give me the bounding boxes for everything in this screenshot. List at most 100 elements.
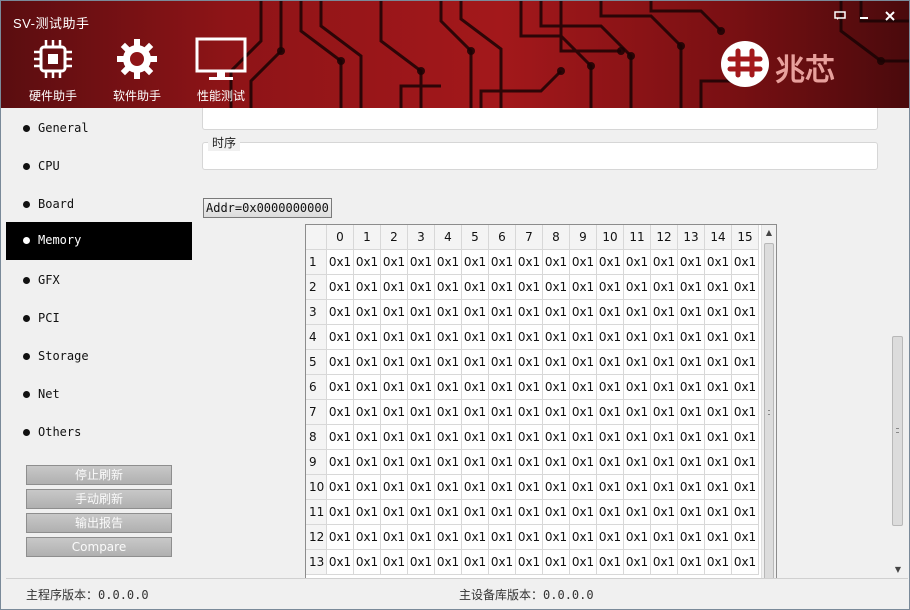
table-cell[interactable]: 0x1 [678,375,705,400]
table-cell[interactable]: 0x1 [354,275,381,300]
table-cell[interactable]: 0x1 [408,475,435,500]
close-button[interactable] [879,9,901,27]
table-cell[interactable]: 0x1 [705,350,732,375]
table-scrollbar[interactable]: ▲ [761,225,776,578]
table-cell[interactable]: 0x1 [543,550,570,575]
table-cell[interactable]: 0x1 [435,475,462,500]
table-cell[interactable]: 0x1 [651,350,678,375]
table-cell[interactable]: 0x1 [732,400,759,425]
table-cell[interactable]: 0x1 [381,525,408,550]
table-cell[interactable]: 0x1 [543,425,570,450]
table-cell[interactable]: 0x1 [489,400,516,425]
table-cell[interactable]: 0x1 [597,375,624,400]
table-cell[interactable]: 0x1 [408,375,435,400]
table-cell[interactable]: 0x1 [570,250,597,275]
table-cell[interactable]: 0x1 [678,425,705,450]
sidebar-item-memory[interactable]: Memory [6,222,192,260]
table-cell[interactable]: 0x1 [354,525,381,550]
minimize-button[interactable] [853,9,875,27]
table-cell[interactable]: 0x1 [597,550,624,575]
table-cell[interactable]: 0x1 [732,425,759,450]
table-cell[interactable]: 0x1 [597,250,624,275]
table-cell[interactable]: 0x1 [732,550,759,575]
table-cell[interactable]: 0x1 [489,450,516,475]
table-cell[interactable]: 0x1 [435,400,462,425]
sidebar-item-storage[interactable]: Storage [6,338,192,376]
table-cell[interactable]: 0x1 [327,275,354,300]
sidebar-item-gfx[interactable]: GFX [6,262,192,300]
table-cell[interactable]: 0x1 [651,275,678,300]
table-cell[interactable]: 0x1 [543,325,570,350]
table-cell[interactable]: 0x1 [462,325,489,350]
table-cell[interactable]: 0x1 [651,400,678,425]
table-cell[interactable]: 0x1 [381,325,408,350]
table-cell[interactable]: 0x1 [543,375,570,400]
table-cell[interactable]: 0x1 [624,300,651,325]
table-cell[interactable]: 0x1 [543,450,570,475]
table-cell[interactable]: 0x1 [732,300,759,325]
address-button[interactable]: Addr=0x0000000000 [203,198,332,218]
table-cell[interactable]: 0x1 [489,375,516,400]
sidebar-item-general[interactable]: General [6,110,192,148]
table-cell[interactable]: 0x1 [381,375,408,400]
table-cell[interactable]: 0x1 [732,450,759,475]
table-cell[interactable]: 0x1 [705,450,732,475]
table-cell[interactable]: 0x1 [435,275,462,300]
table-cell[interactable]: 0x1 [570,525,597,550]
table-cell[interactable]: 0x1 [705,375,732,400]
nav-software-assistant[interactable]: 软件助手 [97,37,177,105]
table-cell[interactable]: 0x1 [624,400,651,425]
table-cell[interactable]: 0x1 [732,525,759,550]
table-cell[interactable]: 0x1 [354,425,381,450]
table-cell[interactable]: 0x1 [516,525,543,550]
table-cell[interactable]: 0x1 [651,375,678,400]
table-cell[interactable]: 0x1 [516,475,543,500]
table-cell[interactable]: 0x1 [597,525,624,550]
table-cell[interactable]: 0x1 [732,275,759,300]
table-cell[interactable]: 0x1 [435,450,462,475]
table-cell[interactable]: 0x1 [624,325,651,350]
table-cell[interactable]: 0x1 [489,550,516,575]
table-cell[interactable]: 0x1 [624,450,651,475]
table-cell[interactable]: 0x1 [516,300,543,325]
table-cell[interactable]: 0x1 [570,500,597,525]
table-cell[interactable]: 0x1 [624,425,651,450]
table-cell[interactable]: 0x1 [354,300,381,325]
table-cell[interactable]: 0x1 [435,550,462,575]
help-button[interactable] [829,9,851,27]
table-cell[interactable]: 0x1 [516,450,543,475]
nav-hardware-assistant[interactable]: 硬件助手 [13,37,93,105]
export-report-button[interactable]: 输出报告 [26,513,172,533]
table-cell[interactable]: 0x1 [489,475,516,500]
table-cell[interactable]: 0x1 [435,375,462,400]
table-cell[interactable]: 0x1 [732,475,759,500]
table-cell[interactable]: 0x1 [489,275,516,300]
table-cell[interactable]: 0x1 [624,525,651,550]
table-cell[interactable]: 0x1 [705,475,732,500]
table-cell[interactable]: 0x1 [597,350,624,375]
table-cell[interactable]: 0x1 [327,525,354,550]
table-cell[interactable]: 0x1 [354,400,381,425]
table-cell[interactable]: 0x1 [651,550,678,575]
table-cell[interactable]: 0x1 [543,250,570,275]
table-cell[interactable]: 0x1 [678,275,705,300]
table-cell[interactable]: 0x1 [489,325,516,350]
nav-performance-test[interactable]: 性能测试 [181,37,261,105]
table-cell[interactable]: 0x1 [408,350,435,375]
table-cell[interactable]: 0x1 [651,250,678,275]
table-cell[interactable]: 0x1 [651,300,678,325]
table-cell[interactable]: 0x1 [705,400,732,425]
table-cell[interactable]: 0x1 [624,375,651,400]
table-cell[interactable]: 0x1 [408,425,435,450]
table-cell[interactable]: 0x1 [597,275,624,300]
table-cell[interactable]: 0x1 [732,350,759,375]
table-cell[interactable]: 0x1 [462,450,489,475]
table-cell[interactable]: 0x1 [327,375,354,400]
main-scrollbar-thumb[interactable] [892,336,903,526]
table-cell[interactable]: 0x1 [435,525,462,550]
table-cell[interactable]: 0x1 [570,300,597,325]
table-cell[interactable]: 0x1 [381,550,408,575]
table-cell[interactable]: 0x1 [408,550,435,575]
table-cell[interactable]: 0x1 [570,450,597,475]
table-cell[interactable]: 0x1 [732,250,759,275]
